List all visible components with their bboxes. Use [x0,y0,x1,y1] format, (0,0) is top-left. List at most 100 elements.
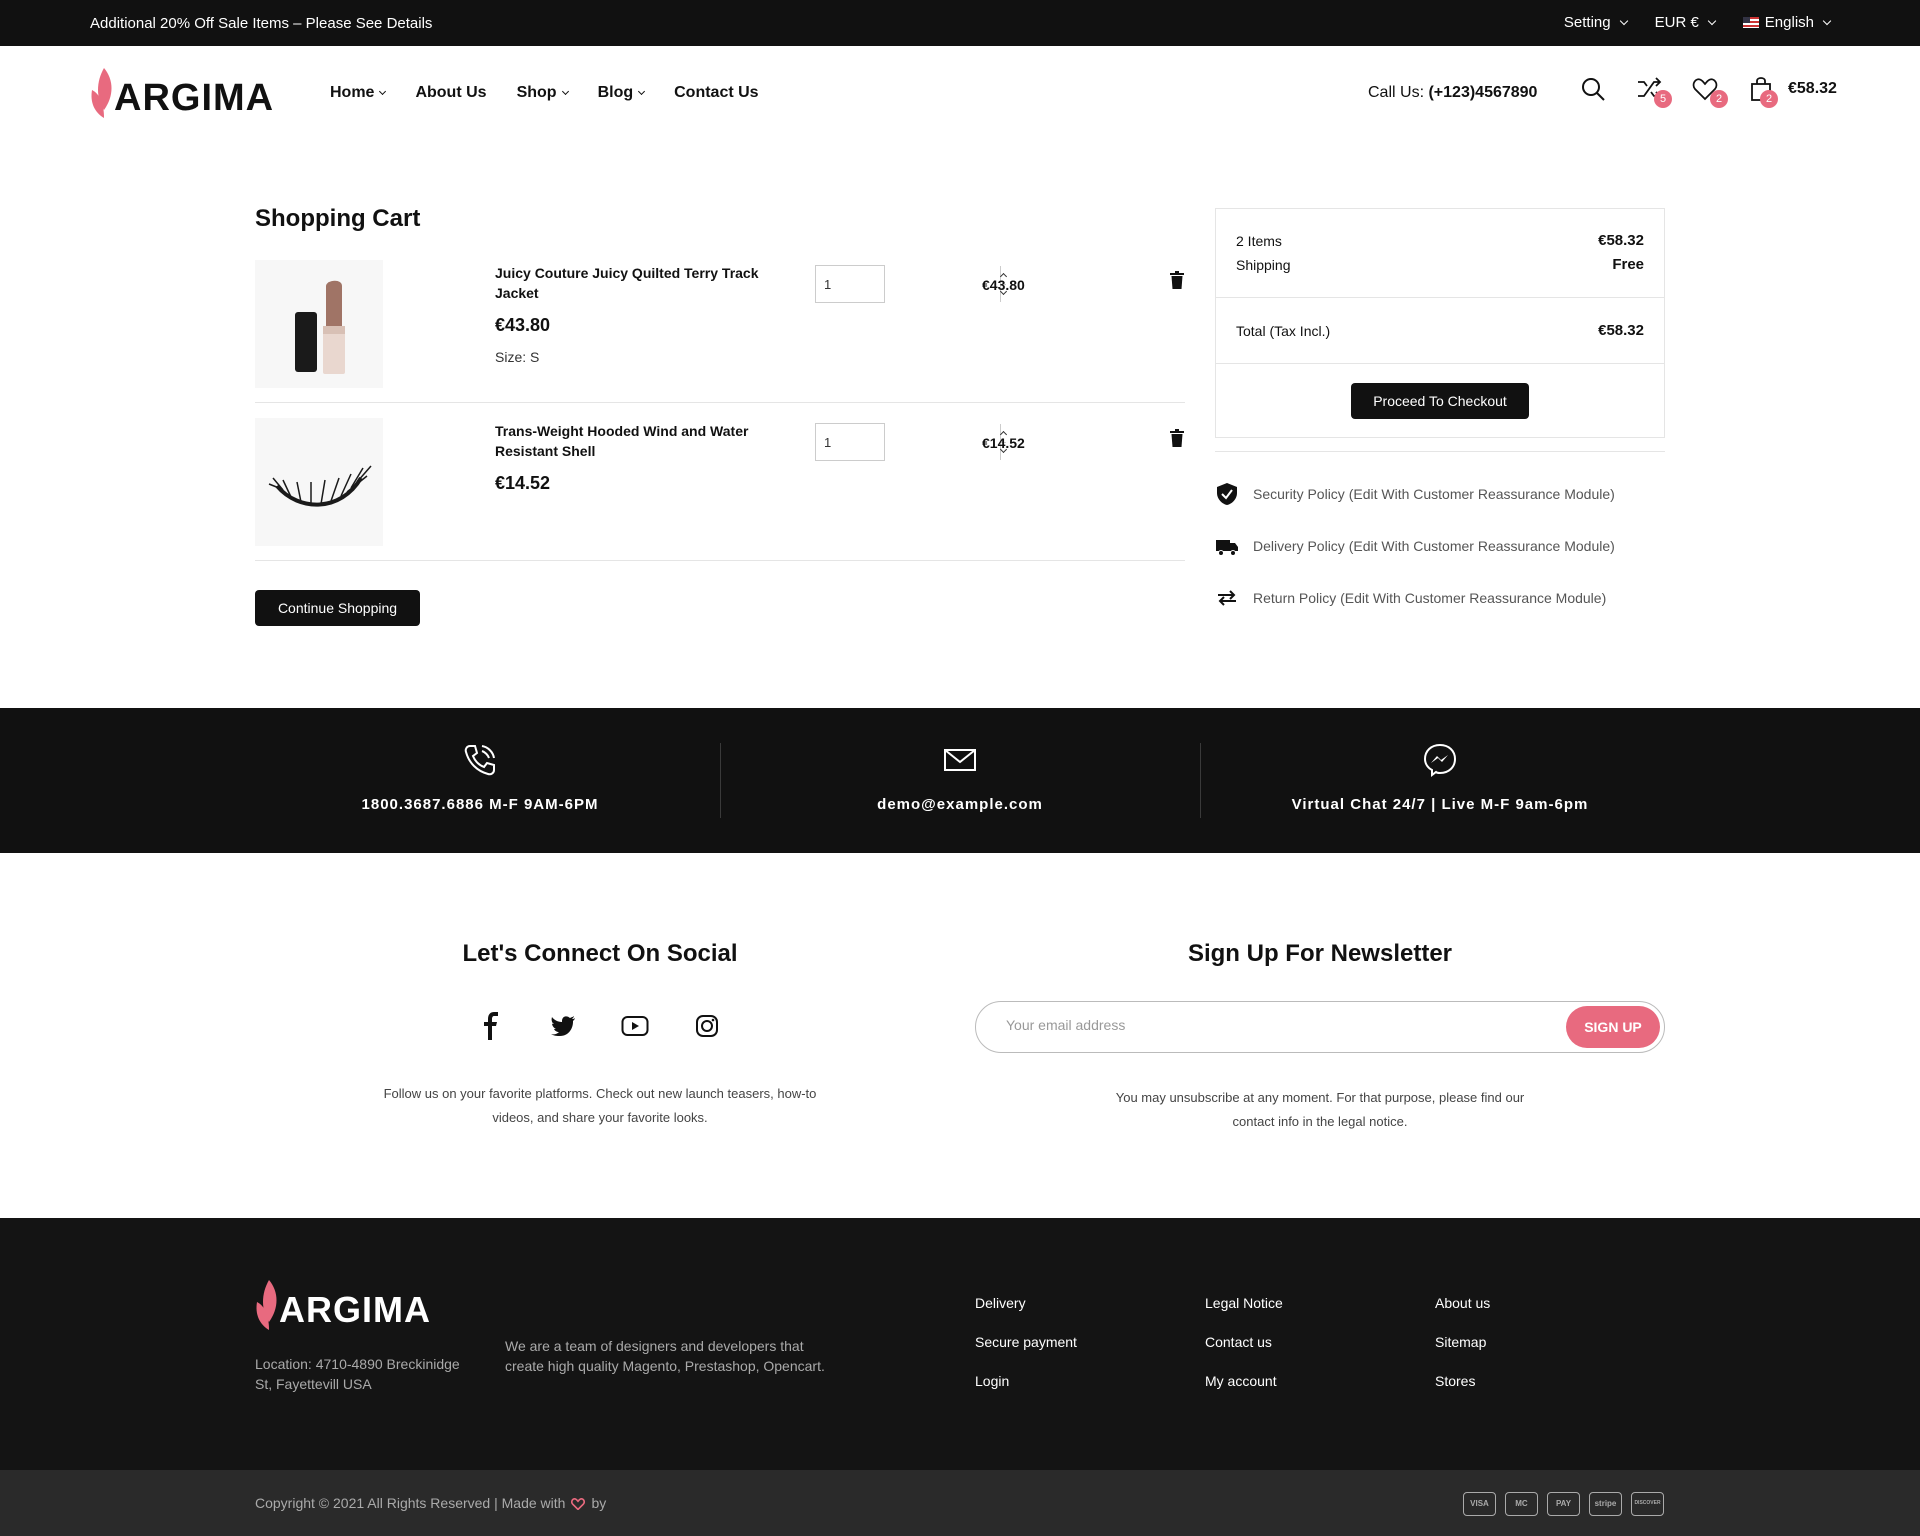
nav-about[interactable]: About Us [415,84,486,102]
footer-link-contact-us[interactable]: Contact us [1205,1333,1283,1352]
quantity-stepper [815,265,1008,303]
newsletter-form: SIGN UP [975,1001,1665,1053]
compare-count-badge: 5 [1654,90,1672,108]
footer-link-login[interactable]: Login [975,1372,1077,1391]
product-price: €43.80 [495,315,551,335]
wishlist-button[interactable]: 2 [1692,76,1728,108]
phone-icon [464,745,495,776]
site-footer: ARGIMA Location: 4710-4890 Breckinidge S… [0,1218,1920,1470]
copyright: Copyright © 2021 All Rights Reserved | M… [255,1495,606,1511]
compare-button[interactable]: 5 [1636,76,1672,108]
quantity-input[interactable] [816,266,1000,302]
site-header: ARGIMA Home About Us Shop Blog Contact U… [0,46,1920,142]
product-size: Size: S [495,349,540,365]
footer-link-about-us[interactable]: About us [1435,1294,1490,1313]
search-button[interactable] [1580,76,1606,102]
sign-up-button[interactable]: SIGN UP [1566,1006,1660,1048]
shipping-label: Shipping [1236,257,1291,273]
social-links [475,1010,723,1042]
nav-label: Home [330,84,375,101]
setting-label: Setting [1563,14,1611,31]
reassurance-return: Return Policy (Edit With Customer Reassu… [1215,586,1606,610]
newsletter-title: Sign Up For Newsletter [1187,940,1453,967]
nav-blog[interactable]: Blog [598,84,646,102]
product-name[interactable]: Trans-Weight Hooded Wind and Water Resis… [495,421,765,461]
product-image-lipstick[interactable] [255,260,383,388]
reassurance-text: Delivery Policy (Edit With Customer Reas… [1253,538,1615,554]
cart-button[interactable]: 2 [1748,76,1778,108]
total-value: €58.32 [1598,322,1644,339]
call-number[interactable]: (+123)4567890 [1428,84,1537,101]
trash-icon[interactable] [1170,429,1184,447]
facebook-icon [484,1012,498,1040]
youtube-icon [621,1016,649,1036]
language-dropdown[interactable]: English [1742,14,1832,31]
contact-chat[interactable]: Virtual Chat 24/7 | Live M-F 9am-6pm [1200,708,1680,853]
cart-item: Juicy Couture Juicy Quilted Terry Track … [255,245,1185,403]
logo-wordmark: ARGIMA [114,77,275,119]
mastercard-icon: MC [1505,1492,1538,1516]
eyelashes-image [268,465,372,507]
currency-dropdown[interactable]: EUR € [1654,14,1717,31]
setting-dropdown[interactable]: Setting [1563,14,1628,31]
page-title: Shopping Cart [255,205,421,232]
contact-phone[interactable]: 1800.3687.6886 M-F 9AM-6PM [240,708,720,853]
heart-icon [571,1497,586,1510]
proceed-to-checkout-button[interactable]: Proceed To Checkout [1351,383,1529,419]
nav-home[interactable]: Home [330,84,387,102]
twitter-icon [551,1016,575,1036]
nav-label: Contact Us [674,84,759,101]
footer-link-legal-notice[interactable]: Legal Notice [1205,1294,1283,1313]
nav-shop[interactable]: Shop [516,84,569,102]
language-label: English [1764,14,1814,31]
footer-link-secure-payment[interactable]: Secure payment [975,1333,1077,1352]
footer-link-my-account[interactable]: My account [1205,1372,1283,1391]
cart-list: Juicy Couture Juicy Quilted Terry Track … [255,245,1185,561]
trash-icon[interactable] [1170,271,1184,289]
facebook-link[interactable] [475,1010,507,1042]
contact-email-text: demo@example.com [877,796,1043,813]
footer-about: We are a team of designers and developer… [505,1338,825,1374]
twitter-link[interactable] [547,1010,579,1042]
instagram-icon [696,1015,718,1037]
reassurance-text: Security Policy (Edit With Customer Reas… [1253,486,1615,502]
newsletter-email-input[interactable] [1006,1017,1506,1033]
contact-phone-text: 1800.3687.6886 M-F 9AM-6PM [361,796,599,813]
quantity-stepper [815,423,1008,461]
currency-label: EUR € [1654,14,1699,31]
footer-link-stores[interactable]: Stores [1435,1372,1490,1391]
footer-logo[interactable]: ARGIMA [255,1278,431,1332]
exchange-arrows-icon [1218,590,1236,606]
product-image-eyelashes[interactable] [255,418,383,546]
wishlist-count-badge: 2 [1710,90,1728,108]
footer-link-delivery[interactable]: Delivery [975,1294,1077,1313]
newsletter-description: You may unsubscribe at any moment. For t… [1115,1090,1525,1129]
top-bar: Additional 20% Off Sale Items – Please S… [0,0,1920,46]
bottom-bar: Copyright © 2021 All Rights Reserved | M… [0,1470,1920,1536]
reassurance-delivery: Delivery Policy (Edit With Customer Reas… [1215,534,1615,558]
reassurance-security: Security Policy (Edit With Customer Reas… [1215,482,1615,506]
promo-text[interactable]: Additional 20% Off Sale Items – Please S… [90,15,432,32]
social-description: Follow us on your favorite platforms. Ch… [383,1086,817,1125]
site-logo[interactable]: ARGIMA [90,64,274,120]
call-us: Call Us: (+123)4567890 [1368,84,1537,102]
product-name[interactable]: Juicy Couture Juicy Quilted Terry Track … [495,263,765,303]
quantity-input[interactable] [816,424,1000,460]
nav-label: Shop [516,84,557,101]
contact-email[interactable]: demo@example.com [720,708,1200,853]
contact-strip: 1800.3687.6886 M-F 9AM-6PM demo@example.… [0,708,1920,853]
continue-shopping-button[interactable]: Continue Shopping [255,590,420,626]
youtube-link[interactable] [619,1010,651,1042]
card-icon: PAY [1547,1492,1580,1516]
copyright-by: by [591,1495,607,1511]
instagram-link[interactable] [691,1010,723,1042]
header-cart-total[interactable]: €58.32 [1788,80,1837,98]
footer-link-sitemap[interactable]: Sitemap [1435,1333,1490,1352]
items-value: €58.32 [1598,232,1644,249]
nav-contact[interactable]: Contact Us [674,84,758,102]
social-title: Let's Connect On Social [462,940,738,967]
call-label: Call Us: [1368,84,1425,101]
cart-summary: 2 Items €58.32 Shipping Free Total (Tax In… [1215,208,1665,438]
truck-icon [1216,540,1238,556]
items-label: 2 Items [1236,233,1282,249]
